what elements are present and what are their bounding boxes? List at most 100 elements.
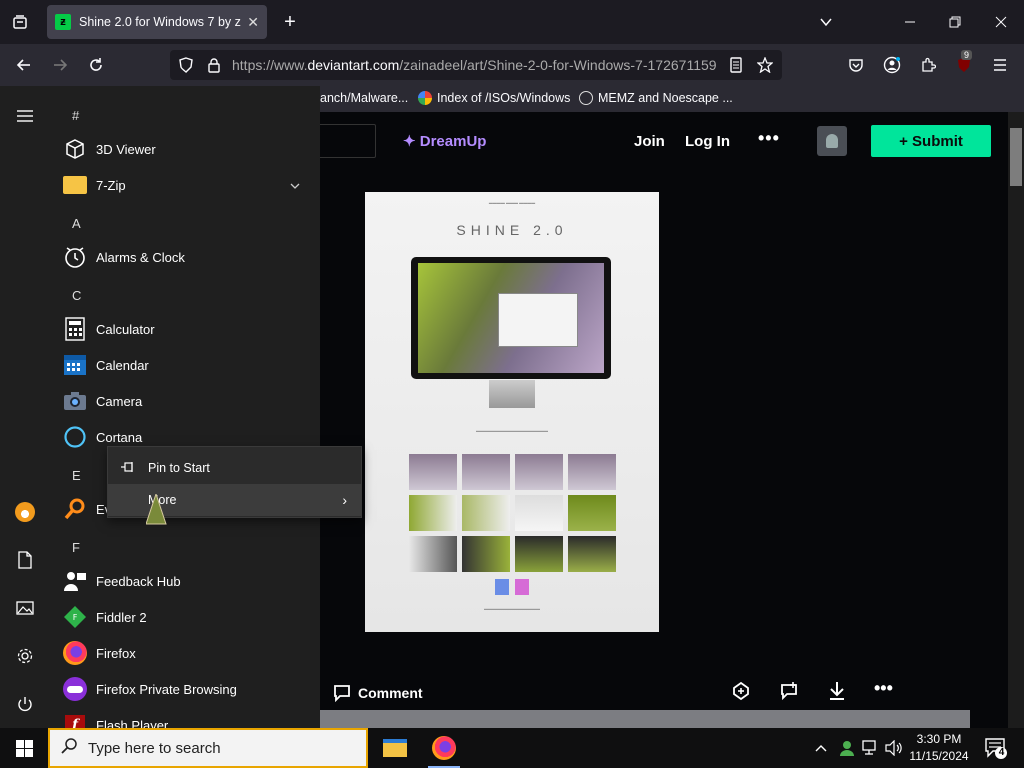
start-button[interactable] <box>0 728 48 768</box>
artwork-thumbnail <box>515 536 563 572</box>
app-calculator[interactable]: Calculator <box>62 311 318 347</box>
hamburger-menu-icon[interactable] <box>986 51 1014 79</box>
extensions-icon[interactable] <box>914 51 942 79</box>
lock-icon[interactable] <box>200 51 228 79</box>
scrollbar-thumb[interactable] <box>1010 128 1022 186</box>
feedback-hub-icon <box>62 568 88 594</box>
app-feedback-hub[interactable]: Feedback Hub <box>62 563 318 599</box>
camera-icon <box>62 388 88 414</box>
start-menu: # 3D Viewer 7-Zip A Alarms & Clock C Cal <box>0 86 320 728</box>
app-calendar[interactable]: Calendar <box>62 347 318 383</box>
app-fiddler[interactable]: F Fiddler 2 <box>62 599 318 635</box>
section-letter[interactable]: # <box>72 108 79 123</box>
user-avatar-icon[interactable] <box>13 500 37 524</box>
tracking-protection-shield-icon[interactable] <box>172 51 200 79</box>
volume-icon[interactable] <box>885 728 903 768</box>
comment-button[interactable]: Comment <box>332 684 423 702</box>
chevron-down-icon[interactable] <box>290 178 300 192</box>
dreamup-link[interactable]: ✦ DreamUp <box>403 132 486 150</box>
minimize-icon[interactable] <box>896 8 924 36</box>
app-camera[interactable]: Camera <box>62 383 318 419</box>
avatar[interactable] <box>817 126 847 156</box>
pocket-icon[interactable] <box>842 51 870 79</box>
app-7-zip[interactable]: 7-Zip <box>62 167 318 203</box>
bookmark-isos[interactable]: Index of /ISOs/Windows <box>418 91 570 105</box>
pin-to-start-menu-item[interactable]: Pin to Start <box>108 452 361 484</box>
more-actions-button[interactable]: ••• <box>874 678 893 699</box>
expand-menu-icon[interactable] <box>13 104 37 128</box>
private-browsing-mask-icon <box>62 676 88 702</box>
taskbar-search-box[interactable]: Type here to search <box>48 728 368 768</box>
taskbar: Type here to search 3:30 PM 11/15/2024 4 <box>0 728 1024 768</box>
browser-nav-bar: https://www. deviantart.com/zainadeel/art… <box>0 44 1024 86</box>
close-window-icon[interactable] <box>987 8 1015 36</box>
taskbar-clock[interactable]: 3:30 PM 11/15/2024 <box>906 731 972 765</box>
list-all-tabs-icon[interactable] <box>812 8 840 36</box>
app-firefox-private[interactable]: Firefox Private Browsing <box>62 671 318 707</box>
url-host: deviantart.com <box>307 57 400 73</box>
artwork-thumbnail-grid <box>409 454 617 572</box>
magnifier-orange-icon <box>62 496 88 522</box>
folder-icon <box>62 172 88 198</box>
documents-icon[interactable] <box>13 548 37 572</box>
login-link[interactable]: Log In <box>685 133 730 150</box>
deviantart-favicon-icon: ƶ <box>55 14 71 30</box>
new-tab-button[interactable]: + <box>276 8 304 36</box>
pictures-icon[interactable] <box>13 596 37 620</box>
search-placeholder: Type here to search <box>88 739 221 757</box>
calendar-icon <box>62 352 88 378</box>
bookmark-malware[interactable]: anch/Malware... <box>320 91 408 105</box>
app-label: Firefox <box>96 645 136 661</box>
app-firefox[interactable]: Firefox <box>62 635 318 671</box>
page-scrollbar[interactable] <box>1008 112 1024 728</box>
tray-user-icon[interactable] <box>838 728 856 768</box>
app-flash-player[interactable]: f Flash Player <box>62 707 318 728</box>
artwork-thumbnail <box>409 454 457 490</box>
account-icon[interactable] <box>878 51 906 79</box>
app-alarms-clock[interactable]: Alarms & Clock <box>62 239 318 275</box>
taskbar-firefox[interactable] <box>420 728 468 768</box>
google-icon <box>418 91 432 105</box>
calculator-icon <box>62 316 88 342</box>
section-letter[interactable]: F <box>72 540 80 555</box>
section-letter[interactable]: A <box>72 216 81 231</box>
add-to-collection-icon[interactable] <box>730 680 752 707</box>
app-label: Calculator <box>96 321 155 337</box>
section-letter[interactable]: C <box>72 288 81 303</box>
tab-deviantart[interactable]: ƶ Shine 2.0 for Windows 7 by zain ✕ <box>47 5 267 39</box>
bookmark-label: MEMZ and Noescape ... <box>598 91 733 105</box>
bookmark-memz[interactable]: MEMZ and Noescape ... <box>579 91 733 105</box>
mouse-cursor-icon <box>145 492 168 533</box>
artwork-thumbnail <box>462 454 510 490</box>
cortana-ring-icon <box>62 424 88 450</box>
menu-item-label: Pin to Start <box>148 461 210 475</box>
show-hidden-icons-chevron-icon[interactable] <box>815 728 827 768</box>
url-bar[interactable]: https://www. deviantart.com/zainadeel/art… <box>170 50 782 80</box>
action-center-button[interactable]: 4 <box>984 736 1008 760</box>
settings-gear-icon[interactable] <box>13 644 37 668</box>
download-icon[interactable] <box>826 680 848 707</box>
submit-button[interactable]: + Submit <box>871 125 991 157</box>
app-3d-viewer[interactable]: 3D Viewer <box>62 131 318 167</box>
artwork-screen <box>418 263 604 373</box>
tab-close-icon[interactable]: ✕ <box>247 14 259 31</box>
more-menu-button[interactable]: ••• <box>758 128 780 149</box>
power-icon[interactable] <box>13 692 37 716</box>
reader-view-icon[interactable] <box>722 51 750 79</box>
join-link[interactable]: Join <box>634 133 665 150</box>
taskbar-file-explorer[interactable] <box>371 728 419 768</box>
section-letter[interactable]: E <box>72 468 81 483</box>
bookmark-star-icon[interactable] <box>751 51 779 79</box>
reload-icon[interactable] <box>82 51 110 79</box>
network-icon[interactable] <box>862 728 880 768</box>
tab-overview-icon[interactable] <box>6 8 34 36</box>
artwork-footer-fineprint: ▬▬▬▬▬▬▬▬▬▬▬▬▬▬ <box>484 606 540 611</box>
submenu-arrow-icon: › <box>342 492 347 508</box>
restore-icon[interactable] <box>941 8 969 36</box>
give-badge-icon[interactable] <box>778 680 800 707</box>
artwork-image[interactable]: ▬▬▬▬ ▬▬▬ ▬▬▬▬ SHINE 2.0 ▬▬▬▬▬▬▬▬▬▬▬▬▬▬▬▬… <box>365 192 659 632</box>
forward-icon[interactable] <box>46 51 74 79</box>
file-explorer-icon <box>383 739 407 757</box>
pin-icon <box>108 460 148 476</box>
back-icon[interactable] <box>10 51 38 79</box>
